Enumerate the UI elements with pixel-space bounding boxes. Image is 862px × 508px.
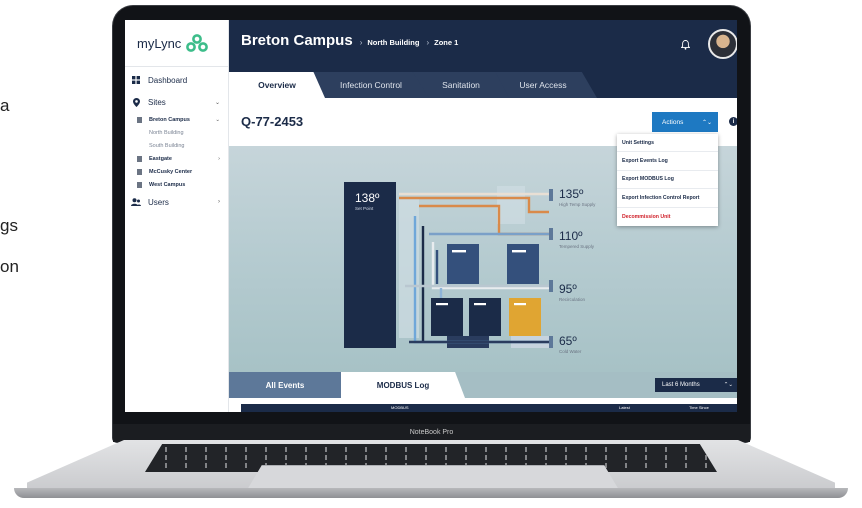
tab-sanitation[interactable]: Sanitation [413,72,509,98]
info-icon[interactable]: i [729,117,737,126]
valve-marker [549,189,553,201]
sidebar-item-label: Dashboard [148,75,188,85]
chevron-right-icon: › [218,199,220,205]
menu-item-export-infection-control-report[interactable]: Export Infection Control Report [617,189,718,208]
header-bar: Breton Campus › North Building › Zone 1 [229,20,737,66]
building-icon [135,116,143,123]
output-label: Recirculation [559,297,586,302]
building-icon [135,181,143,188]
log-table-header: MODBUS Latest Time Since [241,404,737,412]
valve-marker [549,336,553,348]
setpoint-label: Set Point [355,206,374,211]
sidebar-item-sites[interactable]: Sites ⌄ [125,91,228,113]
site-label: West Campus [149,181,186,188]
sidebar-item-label: Sites [148,97,166,107]
setpoint-temp: 138º [355,191,380,205]
menu-item-export-modbus-log[interactable]: Export MODBUS Log [617,171,718,190]
site-child-label: North Building [149,129,184,136]
map-pin-icon [131,97,141,107]
date-range-value: Last 6 Months [662,382,700,388]
chevron-updown-icon: ⌃⌄ [701,119,712,126]
output-temp: 135º [559,187,584,201]
page-title[interactable]: Breton Campus [241,32,353,49]
tab-infection-control[interactable]: Infection Control [313,72,429,98]
menu-item-decommission-unit[interactable]: Decommission Unit [617,208,718,226]
tab-all-events[interactable]: All Events [229,372,341,398]
background-text-1: a [0,96,10,115]
site-item-west-campus[interactable]: West Campus [135,178,228,191]
bell-icon[interactable] [674,34,696,56]
valve-marker [549,228,553,240]
valve-marker [549,280,553,292]
tab-label: MODBUS Log [376,380,430,390]
avatar[interactable] [708,29,737,59]
chevron-updown-icon: ⌃⌄ [723,382,733,388]
grid-icon [131,76,141,84]
logo-text: myLync [137,35,182,51]
laptop-model-label: NoteBook Pro [409,429,454,436]
chevron-right-icon: › [426,38,430,47]
breadcrumb: Breton Campus › North Building › Zone 1 [241,32,458,49]
laptop-screen: myLync Dashboard Sites ⌄ Breton Campus ⌄… [125,20,737,412]
unit-id: Q-77-2453 [241,114,304,129]
tab-label: Overview [258,80,296,90]
chevron-right-icon: › [218,155,220,162]
tab-bar: User Access Sanitation Infection Control… [229,66,737,98]
site-label: Breton Campus [149,116,190,123]
column-header: Latest [619,405,630,410]
site-child-label: South Building [149,142,185,149]
tab-overview[interactable]: Overview [229,72,325,98]
tab-label: All Events [265,380,305,390]
chevron-down-icon: ⌄ [214,99,220,106]
actions-dropdown-button[interactable]: Actions ⌃⌄ [652,112,718,132]
sidebar-item-label: Users [148,197,169,207]
menu-item-unit-settings[interactable]: Unit Settings [617,134,718,153]
sites-list: Breton Campus ⌄ North Building South Bui… [125,113,228,191]
breadcrumb-item[interactable]: North Building [367,38,419,47]
output-temp: 65º [559,334,577,348]
actions-menu: Unit Settings Export Events Log Export M… [617,134,718,226]
site-item-mccusky-center[interactable]: McCusky Center [135,165,228,178]
site-item-breton-campus[interactable]: Breton Campus ⌄ [135,113,228,126]
building-icon [135,155,143,162]
site-child-north-building[interactable]: North Building [135,126,228,139]
log-tab-bar: All Events MODBUS Log Last 6 Months ⌃⌄ [229,372,737,398]
app-logo[interactable]: myLync [125,20,228,67]
breadcrumb-item[interactable]: Zone 1 [434,38,458,47]
site-label: McCusky Center [149,168,193,175]
chevron-right-icon: › [359,38,363,47]
background-text-3: on [0,257,19,276]
actions-label: Actions [662,118,684,126]
sidebar-item-users[interactable]: Users › [125,191,228,213]
log-table: MODBUS Latest Time Since [229,398,737,412]
site-item-eastgate[interactable]: Eastgate › [135,152,228,165]
output-label: Cold Water [559,349,582,354]
tab-label: User Access [519,80,567,90]
site-label: Eastgate [149,155,172,162]
laptop-chin: NoteBook Pro [113,424,750,442]
sidebar: myLync Dashboard Sites ⌄ Breton Campus ⌄… [125,20,229,412]
site-child-south-building[interactable]: South Building [135,139,228,152]
output-label: Tempered Supply [559,244,595,249]
users-icon [131,198,141,206]
building-icon [135,168,143,175]
laptop-trackpad [247,465,619,490]
tab-label: Infection Control [340,80,402,90]
output-temp: 110º [559,229,583,243]
laptop-front-edge [14,488,848,498]
column-header: Time Since [689,405,709,410]
output-temp: 95º [559,282,577,296]
tab-modbus-log[interactable]: MODBUS Log [341,372,465,398]
logo-icon [186,34,209,52]
sidebar-item-dashboard[interactable]: Dashboard [125,69,228,91]
background-text-2: gs [0,216,18,235]
output-label: High Temp Supply [559,202,596,207]
date-range-select[interactable]: Last 6 Months ⌃⌄ [655,378,737,392]
menu-item-export-events-log[interactable]: Export Events Log [617,152,718,171]
chevron-down-icon: ⌄ [215,116,220,123]
column-header: MODBUS [391,405,409,410]
tab-label: Sanitation [442,80,480,90]
